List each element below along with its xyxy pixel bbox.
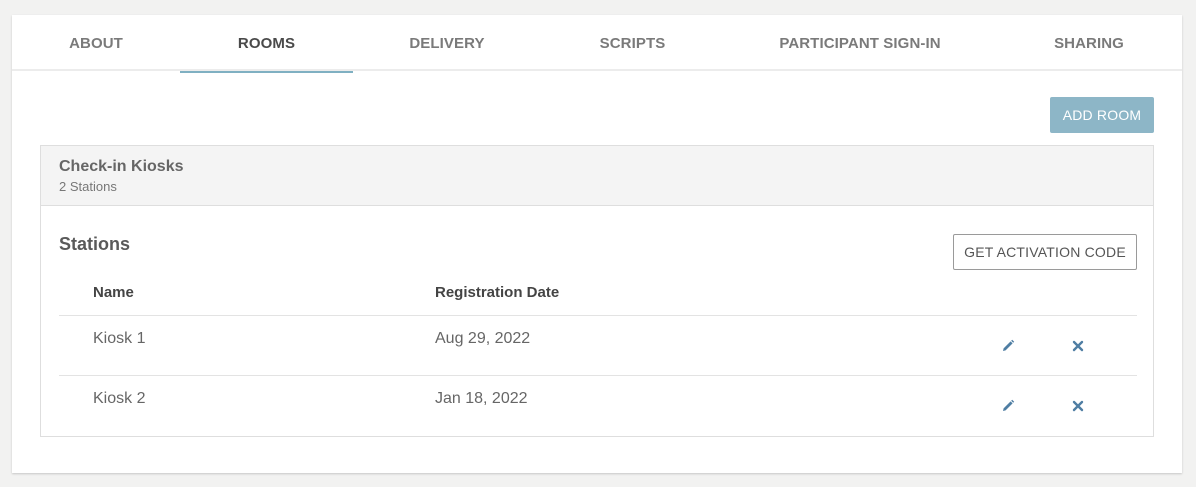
registration-date: Aug 29, 2022	[435, 330, 531, 347]
tab-scripts[interactable]: SCRIPTS	[541, 15, 724, 71]
station-name: Kiosk 1	[93, 330, 146, 347]
room-title: Check-in Kiosks	[59, 158, 184, 175]
tab-rooms[interactable]: ROOMS	[180, 15, 353, 73]
tab-sharing[interactable]: SHARING	[996, 15, 1182, 71]
room-station-count: 2 Stations	[59, 179, 117, 194]
room-header[interactable]: Check-in Kiosks 2 Stations	[41, 146, 1153, 206]
tab-bar: ABOUT ROOMS DELIVERY SCRIPTS PARTICIPANT…	[12, 15, 1182, 73]
registration-date: Jan 18, 2022	[435, 390, 528, 407]
pencil-icon[interactable]	[998, 336, 1018, 356]
table-row: Kiosk 2 Jan 18, 2022	[59, 375, 1137, 435]
tab-participant-sign-in[interactable]: PARTICIPANT SIGN-IN	[724, 15, 996, 71]
column-header-registration-date: Registration Date	[435, 284, 560, 301]
stations-heading: Stations	[59, 234, 131, 254]
get-activation-code-button[interactable]: GET ACTIVATION CODE	[953, 234, 1137, 270]
main-card: ABOUT ROOMS DELIVERY SCRIPTS PARTICIPANT…	[12, 15, 1182, 473]
table-row: Kiosk 1 Aug 29, 2022	[59, 315, 1137, 375]
add-room-button[interactable]: ADD ROOM	[1050, 97, 1154, 133]
room-panel: Check-in Kiosks 2 Stations Stations GET …	[40, 145, 1154, 437]
pencil-icon[interactable]	[998, 396, 1018, 416]
tab-delivery[interactable]: DELIVERY	[353, 15, 541, 71]
close-icon[interactable]	[1068, 396, 1088, 416]
station-name: Kiosk 2	[93, 390, 146, 407]
column-header-name: Name	[93, 284, 134, 301]
close-icon[interactable]	[1068, 336, 1088, 356]
tab-about[interactable]: ABOUT	[12, 15, 180, 71]
